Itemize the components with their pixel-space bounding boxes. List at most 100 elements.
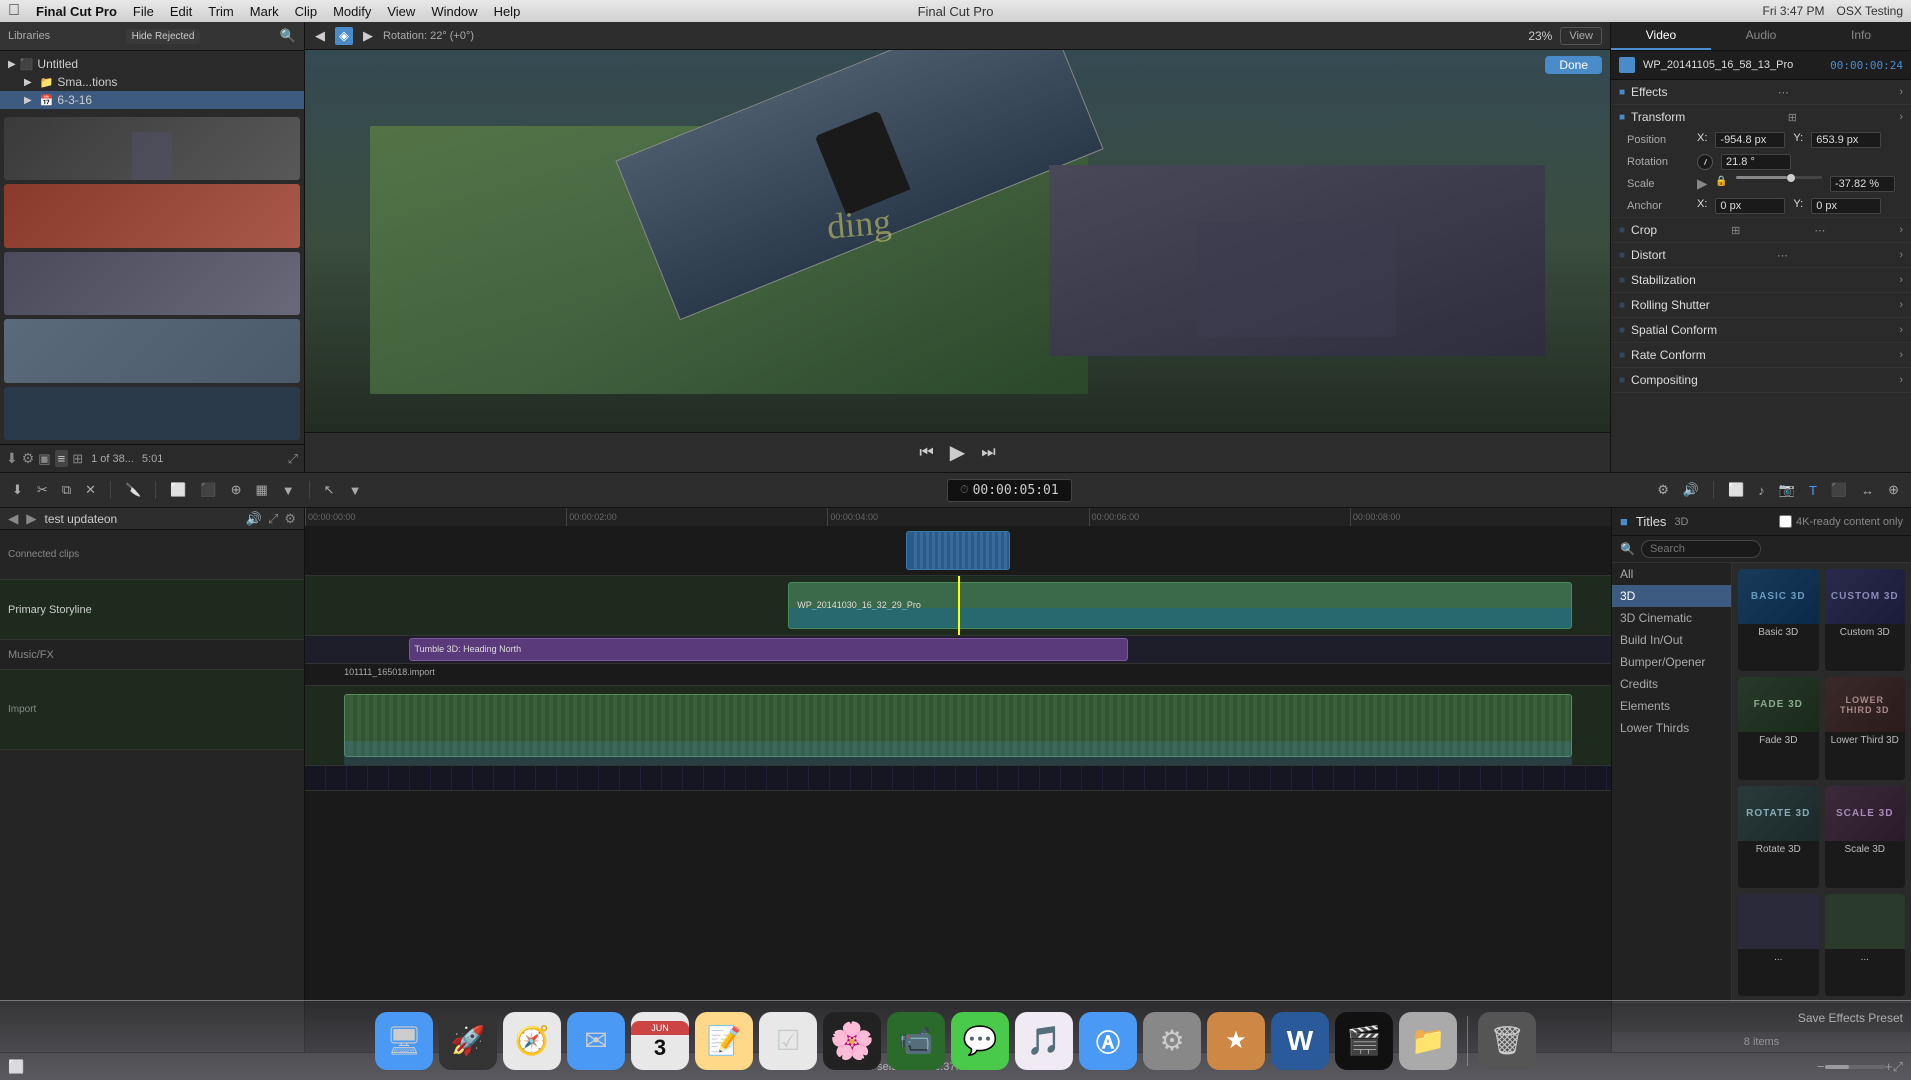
dock-icon-messages[interactable]: 💬: [951, 1012, 1009, 1070]
crop-expand-button[interactable]: ›: [1899, 224, 1903, 236]
4k-filter-label[interactable]: 4K-ready content only: [1779, 515, 1903, 528]
seq-settings-button[interactable]: ⚙: [284, 511, 296, 527]
compositing-section-header[interactable]: ■ Compositing ›: [1611, 368, 1911, 392]
effect-tile-extra2[interactable]: ...: [1825, 894, 1906, 996]
thumbnail-1[interactable]: WP_2014...8_13_Pro: [4, 117, 300, 180]
effects-section-header[interactable]: ■ Effects ⋯ ›: [1611, 80, 1911, 104]
done-button[interactable]: Done: [1545, 56, 1602, 74]
transform-button[interactable]: ◈: [335, 27, 353, 45]
import-button[interactable]: ⬇: [6, 450, 18, 467]
next-clip-button[interactable]: ▶: [361, 26, 375, 46]
prev-clip-button[interactable]: ◀: [313, 26, 327, 46]
add-gen-button[interactable]: ⬛: [1827, 480, 1851, 500]
spatial-conform-expand-button[interactable]: ›: [1899, 324, 1903, 336]
effects-expand-button[interactable]: ⋯: [1778, 86, 1789, 99]
dock-icon-notes[interactable]: 📝: [695, 1012, 753, 1070]
library-item-6316[interactable]: ▶ 📅 6-3-16: [0, 91, 304, 109]
crop-section-header[interactable]: ■ Crop ⊞ ⋯ ›: [1611, 218, 1911, 242]
overwrite-button[interactable]: ▦: [251, 480, 271, 500]
dock-icon-facetime[interactable]: 📹: [887, 1012, 945, 1070]
effect-tile-extra1[interactable]: ...: [1738, 894, 1819, 996]
stabilization-expand-button[interactable]: ›: [1899, 274, 1903, 286]
dock-icon-reeder[interactable]: ★: [1207, 1012, 1265, 1070]
inspector-tab-info[interactable]: Info: [1811, 22, 1911, 50]
effect-tile-fade3d[interactable]: FADE 3D Fade 3D: [1738, 677, 1819, 779]
scale-field[interactable]: -37.82 %: [1830, 176, 1895, 192]
dock-icon-calendar[interactable]: JUN 3: [631, 1012, 689, 1070]
dock-icon-fcpx[interactable]: 🎬: [1335, 1012, 1393, 1070]
insert-button[interactable]: ⬜: [166, 480, 190, 500]
settings-button[interactable]: ⚙: [1653, 480, 1673, 500]
seq-expand-button[interactable]: ⤢: [268, 511, 278, 527]
inspector-tab-audio[interactable]: Audio: [1711, 22, 1811, 50]
thumbnail-2[interactable]: WP_2014...8_16_Pro: [4, 184, 300, 247]
dock-icon-word[interactable]: W: [1271, 1012, 1329, 1070]
blade-button[interactable]: 🔪: [121, 480, 145, 500]
cat-all[interactable]: All: [1612, 563, 1731, 585]
dock-icon-appstore[interactable]: Ⓐ: [1079, 1012, 1137, 1070]
thumbnail-3[interactable]: WP_2014...5_40_Pro: [4, 252, 300, 315]
seq-next-button[interactable]: ▶: [26, 511, 36, 527]
menu-file[interactable]: File: [133, 4, 154, 19]
thumbnail-4[interactable]: WP_2014...0_46_Pro: [4, 319, 300, 382]
thumbnail-5[interactable]: [4, 387, 300, 440]
add-text-button[interactable]: T: [1805, 481, 1821, 500]
compositing-expand-button[interactable]: ›: [1899, 374, 1903, 386]
transitions-button[interactable]: ↔: [1857, 481, 1878, 500]
dock-icon-sysprefs[interactable]: ⚙: [1143, 1012, 1201, 1070]
dock-icon-mail[interactable]: ✉: [567, 1012, 625, 1070]
go-to-start-button[interactable]: ⏮: [919, 444, 933, 462]
seq-audio-button[interactable]: 🔊: [246, 511, 262, 527]
delete-button[interactable]: ✕: [81, 480, 100, 500]
export-button[interactable]: ⬇: [8, 480, 27, 500]
filmstrip-view-button[interactable]: ⊞: [72, 451, 83, 467]
scale-expand-button[interactable]: ▶: [1697, 176, 1707, 192]
4k-filter-checkbox[interactable]: [1779, 515, 1792, 528]
menu-help[interactable]: Help: [494, 4, 521, 19]
pos-y-field[interactable]: 653.9 px: [1811, 132, 1881, 148]
distort-expand-button[interactable]: ›: [1899, 249, 1903, 261]
effects-options-button[interactable]: ›: [1899, 86, 1903, 98]
primary-clip[interactable]: WP_20141030_16_32_29_Pro: [788, 582, 1572, 629]
dock-icon-trash[interactable]: 🗑: [1478, 1012, 1536, 1070]
menu-edit[interactable]: Edit: [170, 4, 192, 19]
rotation-field[interactable]: 21.8 °: [1721, 154, 1791, 170]
seq-prev-button[interactable]: ◀: [8, 511, 18, 527]
append-button[interactable]: ⬛: [196, 480, 220, 500]
playhead[interactable]: [958, 576, 960, 635]
crop-options-button[interactable]: ⋯: [1814, 224, 1825, 237]
effect-tile-basic3d[interactable]: BASIC 3D Basic 3D: [1738, 569, 1819, 671]
cat-bumper-opener[interactable]: Bumper/Opener: [1612, 651, 1731, 673]
view-menu-button[interactable]: View: [1560, 27, 1602, 45]
menu-window[interactable]: Window: [431, 4, 477, 19]
audio-button[interactable]: 🔊: [1679, 480, 1703, 500]
spatial-conform-section-header[interactable]: ■ Spatial Conform ›: [1611, 318, 1911, 342]
anchor-y-field[interactable]: 0 px: [1811, 198, 1881, 214]
dock-icon-reminders[interactable]: ☑: [759, 1012, 817, 1070]
menu-mark[interactable]: Mark: [250, 4, 279, 19]
expand-button[interactable]: ⤢: [288, 451, 298, 467]
dock-icon-finder[interactable]: 🖥: [375, 1012, 433, 1070]
copy-button[interactable]: ⧉: [58, 480, 75, 500]
apple-menu[interactable]: : [8, 2, 20, 20]
menu-view[interactable]: View: [387, 4, 415, 19]
dock-icon-itunes[interactable]: 🎵: [1015, 1012, 1073, 1070]
dock-icon-launchpad[interactable]: 🚀: [439, 1012, 497, 1070]
clip-appearance-tl-button[interactable]: ⬜: [1724, 480, 1748, 500]
add-button[interactable]: ⊕: [1884, 480, 1903, 500]
more-options-button[interactable]: ▼: [278, 481, 299, 500]
scale-slider[interactable]: [1736, 176, 1822, 179]
cat-lower-thirds[interactable]: Lower Thirds: [1612, 717, 1731, 739]
effect-tile-lowerthird[interactable]: LOWER THIRD 3D Lower Third 3D: [1825, 677, 1906, 779]
cat-elements[interactable]: Elements: [1612, 695, 1731, 717]
effect-tile-scale3d[interactable]: SCALE 3D Scale 3D: [1825, 786, 1906, 888]
gear-button[interactable]: ⚙: [22, 450, 35, 467]
connected-clip-1[interactable]: [906, 531, 1010, 570]
transform-grid-button[interactable]: ⊞: [1788, 111, 1797, 124]
inspector-tab-video[interactable]: Video: [1611, 22, 1711, 50]
rate-conform-expand-button[interactable]: ›: [1899, 349, 1903, 361]
list-view-button[interactable]: ≡: [55, 450, 69, 467]
library-item-untitled[interactable]: ▶ ⬛ Untitled: [0, 55, 304, 73]
app-menu-finalcut[interactable]: Final Cut Pro: [36, 4, 117, 19]
play-button[interactable]: ▶: [950, 440, 965, 465]
